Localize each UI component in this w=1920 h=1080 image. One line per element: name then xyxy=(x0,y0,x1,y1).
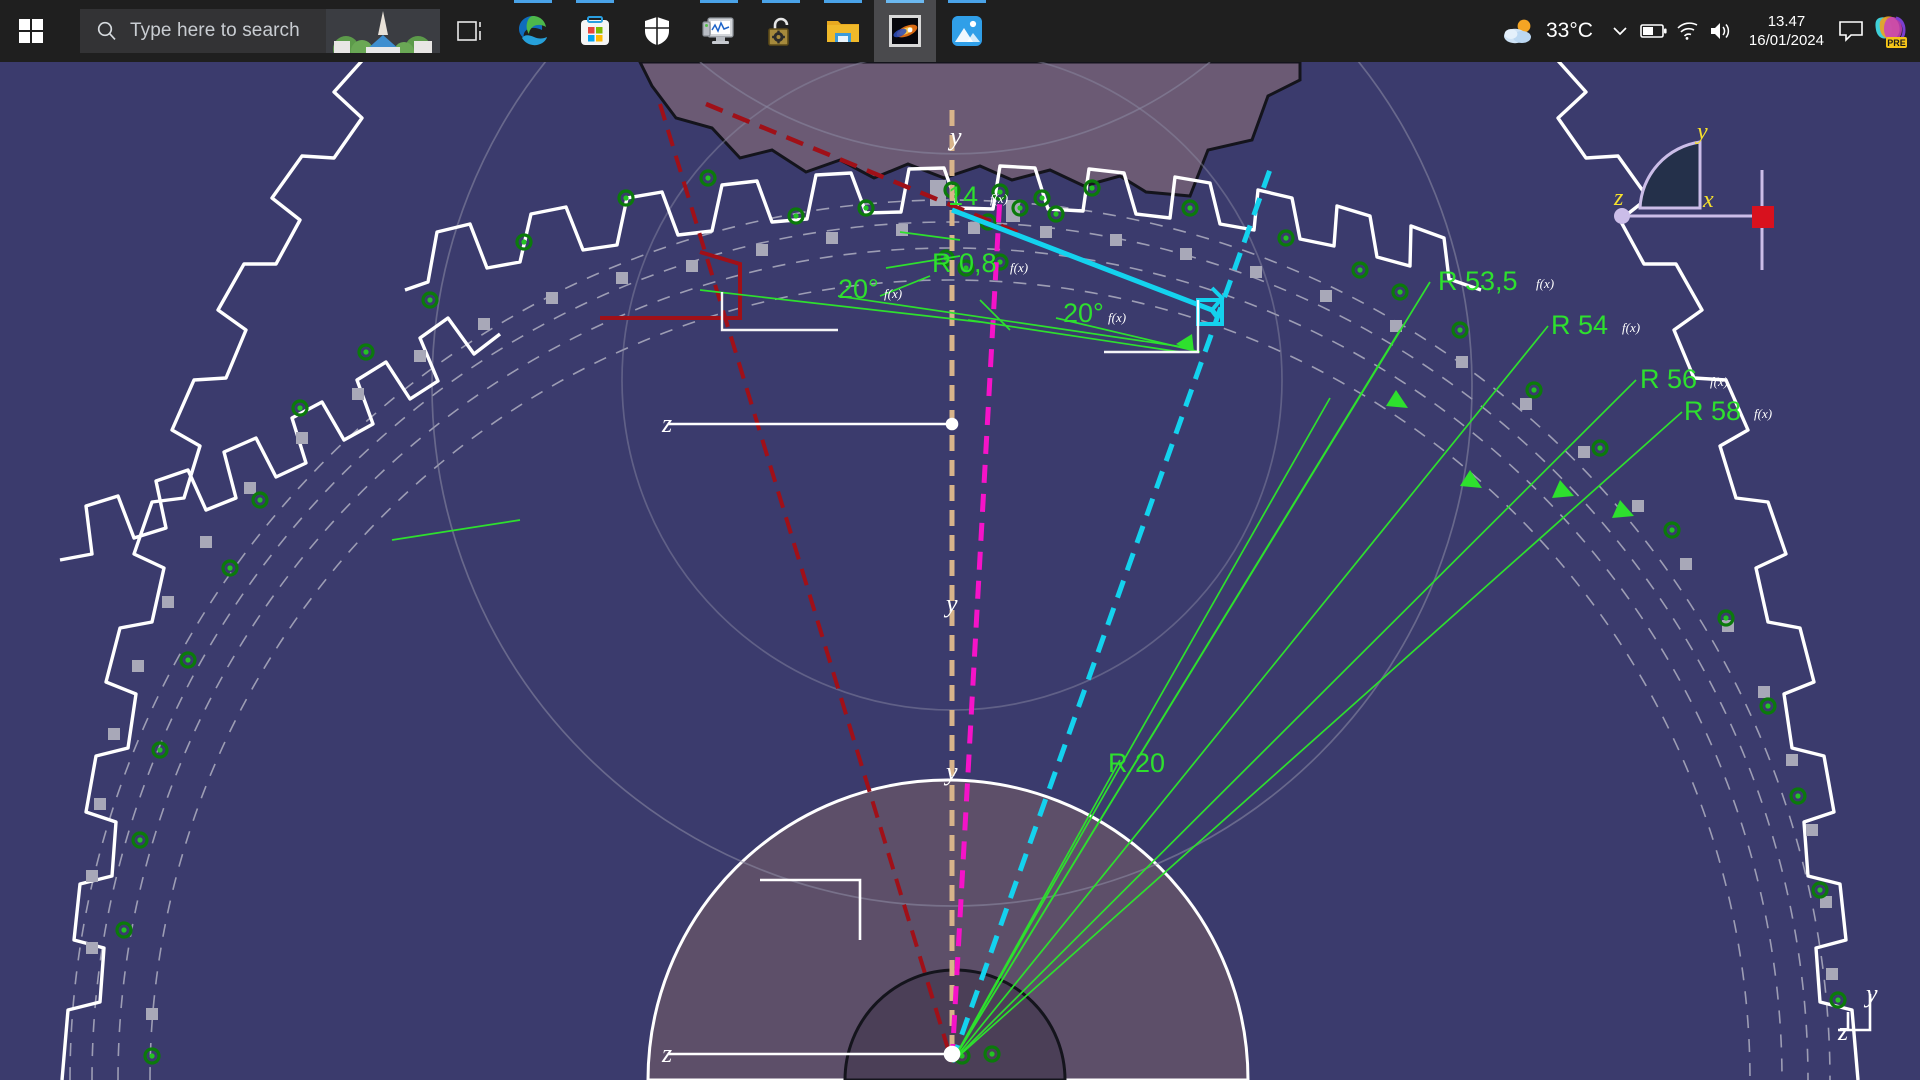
start-button[interactable] xyxy=(0,0,62,62)
file-explorer-button[interactable] xyxy=(812,0,874,62)
volume-button[interactable] xyxy=(1705,0,1739,62)
dim-pressure-angle-right: 20° xyxy=(1063,298,1104,328)
battery-icon xyxy=(1640,24,1667,38)
app-thumbnail-icon xyxy=(889,15,921,47)
search-placeholder: Type here to search xyxy=(130,20,300,41)
battery-button[interactable] xyxy=(1637,0,1671,62)
weather-temperature: 33°C xyxy=(1546,19,1593,42)
speaker-icon xyxy=(1710,23,1730,39)
dim-tooth-count-fx: f(x) xyxy=(990,191,1008,206)
copilot-button[interactable]: PRE xyxy=(1868,0,1914,62)
dim-pressure-angle-left: 20° xyxy=(838,274,879,304)
store-icon xyxy=(581,16,609,45)
cad-drawing[interactable]: 14 f(x) R 0,8 f(x) 20° f(x) 20° f(x) R 5… xyxy=(0,62,1920,1080)
dim-radius-53-5: R 53,5 xyxy=(1438,266,1518,296)
axis-label-y-mid: y xyxy=(943,589,958,618)
dim-fillet-radius-fx: f(x) xyxy=(1010,260,1028,275)
shield-icon xyxy=(645,17,669,45)
windows-security-button[interactable] xyxy=(626,0,688,62)
chevron-up-icon xyxy=(1613,27,1627,36)
system-tray: 33°C 13.47 16/01/2024 PRE xyxy=(1496,0,1920,62)
axis-label-y-top: y xyxy=(947,122,962,151)
axis-label-z-corner: z xyxy=(1837,1017,1848,1046)
dim-radius-56: R 56 xyxy=(1640,364,1697,394)
system-monitor-button[interactable] xyxy=(688,0,750,62)
network-button[interactable] xyxy=(1671,0,1705,62)
photos-icon xyxy=(952,16,982,46)
photos-button[interactable] xyxy=(936,0,998,62)
dim-fillet-radius: R 0,8 xyxy=(932,248,997,278)
gizmo-label-z: z xyxy=(1613,185,1624,211)
gear-unlock-icon xyxy=(768,17,789,46)
search-input[interactable]: Type here to search xyxy=(80,9,440,53)
taskview-button[interactable] xyxy=(440,0,502,62)
dim-radius-58-fx: f(x) xyxy=(1754,406,1772,421)
search-thumbnail-image xyxy=(326,9,440,53)
dim-pressure-angle-left-fx: f(x) xyxy=(884,286,902,301)
dim-pressure-angle-right-fx: f(x) xyxy=(1108,310,1126,325)
notifications-button[interactable] xyxy=(1834,0,1868,62)
axis-label-z-lower: z xyxy=(661,1039,672,1068)
gizmo-label-y: y xyxy=(1695,119,1708,145)
settings-button[interactable] xyxy=(750,0,812,62)
partly-cloudy-icon xyxy=(1504,19,1531,44)
clock-date: 16/01/2024 xyxy=(1748,32,1824,49)
axis-label-y-lower: y xyxy=(943,757,958,786)
edge-button[interactable] xyxy=(502,0,564,62)
show-hidden-icons-button[interactable] xyxy=(1603,0,1637,62)
dim-tooth-count: 14 xyxy=(948,181,978,211)
gizmo-label-x: x xyxy=(1702,187,1714,213)
wifi-icon xyxy=(1677,22,1698,40)
cad-app-button[interactable] xyxy=(874,0,936,62)
notification-chat-icon xyxy=(1839,21,1863,42)
dim-radius-58: R 58 xyxy=(1684,396,1741,426)
gizmo-handle xyxy=(1752,206,1774,228)
taskbar: Type here to search 33°C 13.47 16/01/202… xyxy=(0,0,1920,62)
weather-widget[interactable]: 33°C xyxy=(1496,17,1603,45)
axis-label-z-upper: z xyxy=(661,409,672,438)
task-view-icon xyxy=(457,21,481,41)
clock[interactable]: 13.47 16/01/2024 xyxy=(1739,12,1834,50)
dim-radius-54: R 54 xyxy=(1551,310,1608,340)
copilot-icon: PRE xyxy=(1875,16,1907,48)
monitor-icon xyxy=(702,17,734,44)
edge-icon xyxy=(519,16,547,46)
folder-icon xyxy=(827,21,859,42)
dim-radius-56-fx: f(x) xyxy=(1710,374,1728,389)
dim-radius-54-fx: f(x) xyxy=(1622,320,1640,335)
search-icon xyxy=(97,21,116,40)
dim-radius-53-5-fx: f(x) xyxy=(1536,276,1554,291)
copilot-badge-text: PRE xyxy=(1887,38,1906,48)
store-button[interactable] xyxy=(564,0,626,62)
clock-time: 13.47 xyxy=(1767,13,1806,30)
cad-viewport[interactable]: 14 f(x) R 0,8 f(x) 20° f(x) 20° f(x) R 5… xyxy=(0,62,1920,1080)
windows-logo-icon xyxy=(19,19,43,43)
axis-label-y-corner: y xyxy=(1863,979,1878,1008)
dim-radius-20: R 20 xyxy=(1108,748,1165,778)
